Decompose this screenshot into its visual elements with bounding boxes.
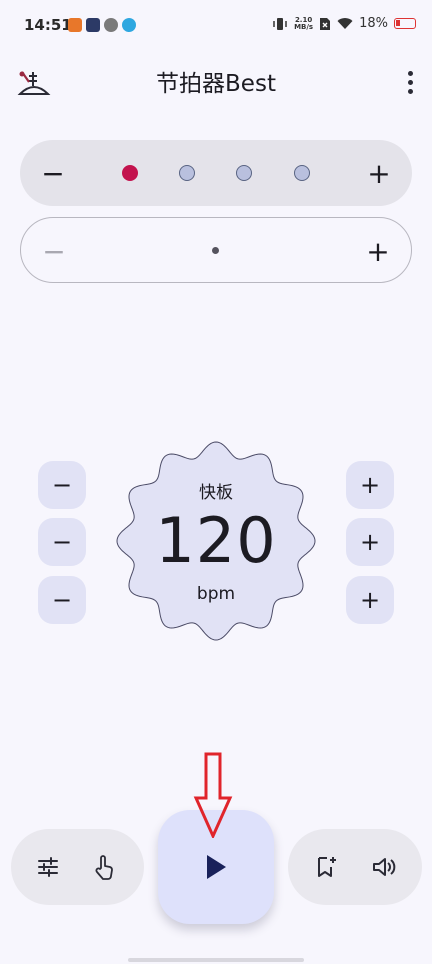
subdivision-dot[interactable] bbox=[212, 247, 219, 254]
notification-app-icon bbox=[68, 18, 82, 32]
wifi-icon bbox=[337, 18, 353, 29]
beat-dot-accent[interactable] bbox=[122, 165, 138, 181]
tempo-minus-button[interactable]: − bbox=[38, 576, 86, 624]
add-bookmark-button[interactable] bbox=[306, 847, 346, 887]
beat-dot[interactable] bbox=[294, 165, 310, 181]
play-icon bbox=[207, 855, 226, 879]
volume-icon bbox=[373, 858, 396, 876]
beats-bar: − + bbox=[20, 140, 412, 206]
tempo-minus-button[interactable]: − bbox=[38, 461, 86, 509]
more-menu-button[interactable] bbox=[402, 66, 418, 98]
tempo-unit: bpm bbox=[196, 584, 236, 604]
tempo-minus-button[interactable]: − bbox=[38, 518, 86, 566]
subdivision-increment-button[interactable]: + bbox=[345, 218, 411, 284]
subdivision-decrement-button[interactable]: − bbox=[21, 218, 87, 284]
tempo-plus-button[interactable]: + bbox=[346, 576, 394, 624]
status-bar: 14:51 2.10 MB/s 18% bbox=[0, 0, 432, 52]
tap-tempo-button[interactable] bbox=[84, 847, 124, 887]
app-title: 节拍器Best bbox=[156, 71, 276, 97]
tempo-plus-button[interactable]: + bbox=[346, 518, 394, 566]
subdivision-bar: − + bbox=[20, 217, 412, 283]
tune-sliders-icon bbox=[38, 857, 58, 877]
status-right-group: 2.10 MB/s 18% bbox=[272, 16, 416, 31]
beats-increment-button[interactable]: + bbox=[346, 140, 412, 206]
beat-dot[interactable] bbox=[236, 165, 252, 181]
bottom-left-group bbox=[11, 829, 144, 905]
more-vert-icon bbox=[407, 70, 413, 76]
net-speed-unit: MB/s bbox=[294, 22, 314, 31]
battery-percent: 18% bbox=[359, 16, 388, 31]
notification-app-icon bbox=[122, 18, 136, 32]
notification-app-icon bbox=[86, 18, 100, 32]
tempo-marking: 快板 bbox=[199, 483, 233, 503]
net-speed: 2.10 MB/s bbox=[294, 16, 314, 31]
tempo-value[interactable]: 120 bbox=[116, 504, 316, 577]
beat-dot[interactable] bbox=[179, 165, 195, 181]
battery-icon bbox=[394, 18, 416, 29]
bookmark-add-icon bbox=[318, 857, 336, 877]
settings-button[interactable] bbox=[28, 847, 68, 887]
status-notification-icons bbox=[68, 18, 136, 32]
tap-tempo-icon bbox=[95, 855, 113, 880]
beats-decrement-button[interactable]: − bbox=[20, 140, 86, 206]
notification-app-icon bbox=[104, 18, 118, 32]
volume-button[interactable] bbox=[364, 847, 404, 887]
gesture-nav-handle[interactable] bbox=[128, 958, 304, 962]
status-time: 14:51 bbox=[24, 16, 72, 34]
no-sim-icon bbox=[320, 17, 331, 30]
tempo-plus-button[interactable]: + bbox=[346, 461, 394, 509]
bottom-right-group bbox=[288, 829, 422, 905]
vibrate-icon bbox=[273, 17, 287, 30]
annotation-arrow-icon bbox=[193, 752, 233, 838]
